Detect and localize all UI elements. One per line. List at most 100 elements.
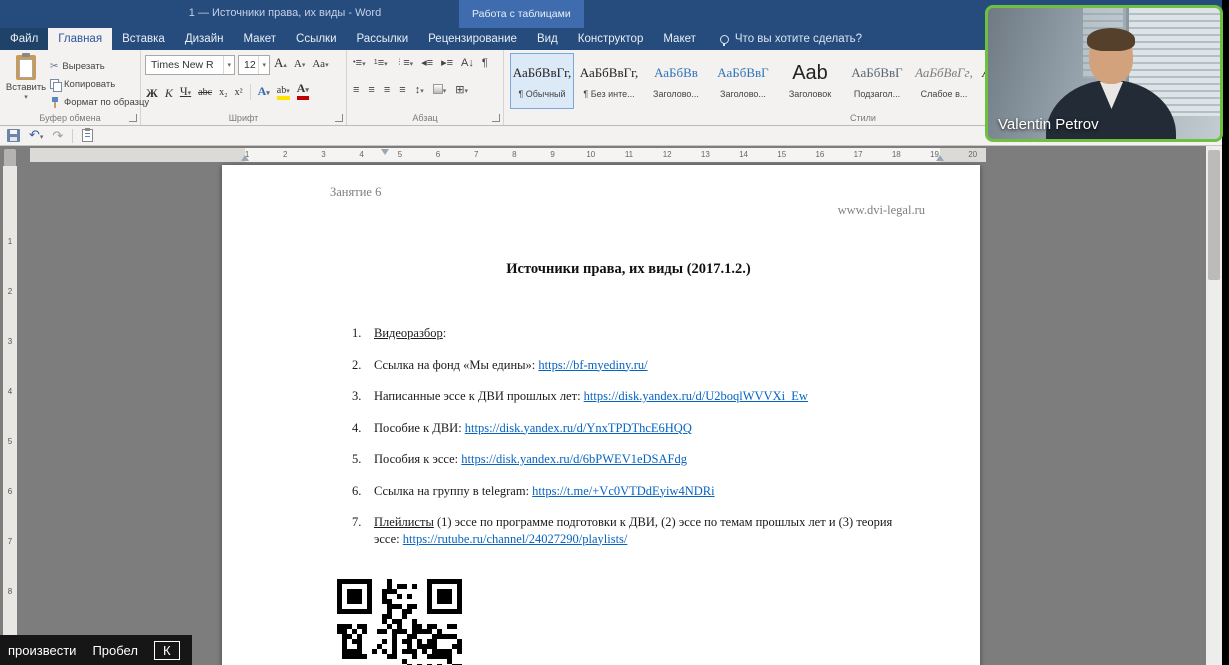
shading-button[interactable]: ▾ (432, 83, 446, 96)
style-item-title[interactable]: Аab Заголовок (778, 53, 842, 109)
save-button[interactable] (7, 129, 20, 142)
list-item: 7. Плейлисты (1) эссе по программе подго… (352, 515, 893, 546)
font-name-select[interactable]: Times New R ▾ (145, 55, 235, 75)
paste-button[interactable]: Вставить ▾ (4, 53, 48, 116)
document-page[interactable]: Занятие 6 www.dvi-legal.ru Источники пра… (222, 165, 980, 665)
ruler-number: 16 (815, 150, 825, 159)
sort-button[interactable]: А↓ (461, 57, 474, 69)
presenter-name: Valentin Petrov (998, 116, 1099, 133)
ruler-number: 3 (7, 337, 13, 346)
style-item-subtitle[interactable]: АаБбВвГ Подзагол... (845, 53, 909, 109)
right-indent-marker[interactable] (936, 155, 944, 161)
cut-button[interactable]: ✂ Вырезать (50, 57, 149, 75)
undo-button[interactable]: ↶▾ (29, 128, 43, 144)
multilevel-list-button[interactable]: ⋮≡▾ (396, 57, 413, 69)
align-left-button[interactable]: ≡ (353, 84, 359, 96)
list-item: 6. Ссылка на группу в telegram: https://… (352, 483, 715, 498)
highlight-color-button[interactable]: ab▾ (276, 86, 290, 100)
tab-view[interactable]: Вид (527, 28, 568, 50)
superscript-button[interactable]: x² (235, 86, 243, 100)
vertical-ruler[interactable]: 1 2 3 4 5 6 7 8 (3, 166, 17, 665)
tab-file[interactable]: Файл (0, 28, 49, 50)
ruler-number: 4 (7, 387, 13, 396)
presenter-face (1087, 28, 1135, 84)
tab-table-layout[interactable]: Макет (653, 28, 706, 50)
doc-header-right: www.dvi-legal.ru (837, 203, 925, 217)
italic-button[interactable]: К (165, 86, 173, 100)
dialog-launcher-icon[interactable] (492, 114, 500, 122)
vertical-scrollbar[interactable] (1206, 146, 1222, 665)
tab-layout[interactable]: Макет (233, 28, 286, 50)
ruler-number: 13 (700, 150, 710, 159)
hyperlink[interactable]: https://bf-myediny.ru/ (538, 358, 647, 372)
tab-design[interactable]: Дизайн (175, 28, 234, 50)
caption-word: Пробел (92, 642, 138, 658)
scrollbar-thumb[interactable] (1208, 150, 1220, 280)
align-right-button[interactable]: ≡ (384, 84, 390, 96)
hyperlink[interactable]: https://disk.yandex.ru/d/U2boqlWVVXi_Ew (584, 389, 808, 403)
copy-button[interactable]: Копировать (50, 75, 149, 93)
align-center-button[interactable]: ≡ (368, 84, 374, 96)
caption-key: К (153, 640, 180, 660)
justify-button[interactable]: ≡ (399, 84, 405, 96)
hyperlink[interactable]: https://disk.yandex.ru/d/YnxTPDThcE6HQQ (465, 421, 692, 435)
tab-table-design[interactable]: Конструктор (568, 28, 654, 50)
style-item-heading2[interactable]: АаБбВвГ Заголово... (711, 53, 775, 109)
font-group: Times New R ▾ 12 ▾ А▴ А▾ Аа▾ Ж К Ч▾ abc (141, 50, 347, 125)
shading-icon (432, 83, 443, 94)
tab-home[interactable]: Главная (48, 28, 113, 50)
style-item-normal[interactable]: АаБбВвГг, ¶ Обычный (510, 53, 574, 109)
text-effects-button[interactable]: А▾ (258, 84, 270, 100)
line-spacing-button[interactable]: ↕▾ (415, 84, 424, 96)
copy-icon (50, 78, 62, 92)
dialog-launcher-icon[interactable] (129, 114, 137, 122)
scissors-icon: ✂ (50, 60, 59, 72)
show-paragraph-marks-button[interactable]: ¶ (482, 57, 488, 69)
underline-button[interactable]: Ч▾ (180, 84, 191, 100)
change-case-button[interactable]: Аа▾ (312, 57, 328, 72)
style-item-heading1[interactable]: АаБбВв Заголово... (644, 53, 708, 109)
subscript-button[interactable]: x₂ (219, 86, 228, 100)
shrink-font-button[interactable]: А▾ (294, 57, 305, 72)
list-item: 1. Видеоразбор: (352, 326, 447, 340)
paste-options-icon[interactable] (82, 128, 94, 142)
list-item: 4. Пособие к ДВИ: https://disk.yandex.ru… (352, 420, 692, 435)
hyperlink[interactable]: https://disk.yandex.ru/d/6bPWEV1eDSAFdg (461, 452, 687, 466)
hyperlink[interactable]: https://rutube.ru/channel/24027290/playl… (403, 532, 628, 546)
ruler-number: 1 (7, 237, 13, 246)
ruler-number: 8 (512, 150, 517, 159)
borders-button[interactable]: ⊞▾ (455, 83, 468, 96)
grow-font-button[interactable]: А▴ (274, 56, 287, 72)
tab-insert[interactable]: Вставка (112, 28, 175, 50)
tab-references[interactable]: Ссылки (286, 28, 347, 50)
dialog-launcher-icon[interactable] (335, 114, 343, 122)
chevron-down-icon: ▾ (24, 94, 28, 101)
ruler-number: 4 (359, 150, 364, 159)
list-item: 2. Ссылка на фонд «Мы едины»: https://bf… (352, 357, 648, 372)
webcam-video[interactable]: Valentin Petrov (985, 5, 1223, 142)
numbered-list-button[interactable]: 1≡▾ (374, 57, 388, 69)
style-item-no-spacing[interactable]: АаБбВвГг, ¶ Без инте... (577, 53, 641, 109)
font-size-select[interactable]: 12 ▾ (238, 55, 270, 75)
first-line-indent-marker[interactable] (381, 149, 389, 155)
font-color-button[interactable]: А▾ (296, 82, 309, 100)
redo-button[interactable]: ↷ (52, 129, 63, 142)
bullet-list-button[interactable]: •≡▾ (353, 57, 366, 69)
list-item-number: 7. (352, 515, 362, 529)
tell-me-box[interactable]: Что вы хотите сделать? (719, 28, 862, 50)
format-painter-button[interactable]: Формат по образцу (50, 93, 149, 111)
ruler-number: 19 (930, 150, 939, 159)
style-item-subtle-emphasis[interactable]: АаБбВвГг, Слабое в... (912, 53, 976, 109)
left-indent-marker[interactable] (241, 155, 249, 161)
hyperlink[interactable]: https://t.me/+Vc0VTDdEyiw4NDRi (532, 484, 714, 498)
strikethrough-button[interactable]: abc (198, 86, 212, 100)
ruler-number: 9 (550, 150, 555, 159)
tab-mailings[interactable]: Рассылки (347, 28, 419, 50)
paste-label: Вставить (5, 82, 47, 93)
decrease-indent-button[interactable]: ◂≡ (421, 56, 433, 69)
horizontal-ruler[interactable]: 1 2 3 4 5 6 7 8 9 10 11 12 13 14 15 16 17 18 19 20 (30, 148, 986, 162)
ruler-number: 7 (473, 150, 479, 159)
bold-button[interactable]: Ж (146, 86, 158, 100)
increase-indent-button[interactable]: ▸≡ (441, 56, 453, 69)
tab-review[interactable]: Рецензирование (418, 28, 527, 50)
